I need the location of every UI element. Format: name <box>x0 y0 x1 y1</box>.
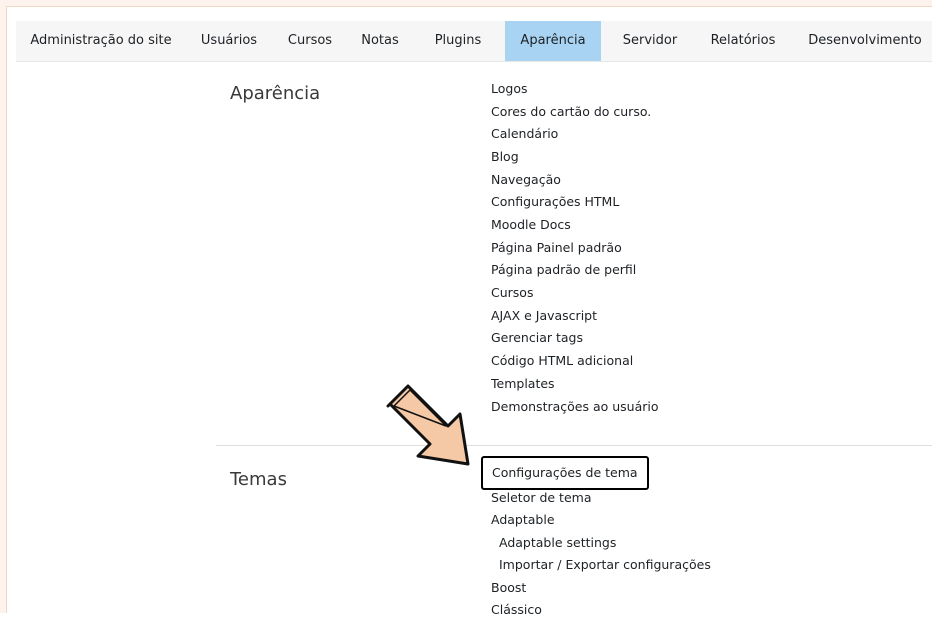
section-title-temas: Temas <box>230 469 287 490</box>
tab-relatorios[interactable]: Relatórios <box>698 21 788 61</box>
frame-line-left <box>6 6 7 613</box>
tab-notas[interactable]: Notas <box>354 21 406 61</box>
section-title-aparencia: Aparência <box>230 83 321 104</box>
tab-desenvolvimento[interactable]: Desenvolvimento <box>798 21 932 61</box>
tab-usuarios[interactable]: Usuários <box>192 21 266 61</box>
link-configuracoes-de-tema[interactable]: Configurações de tema <box>492 462 638 484</box>
tab-plugins[interactable]: Plugins <box>424 21 492 61</box>
link-cursos[interactable]: Cursos <box>491 282 533 304</box>
admin-tab-bar: Administração do site Usuários Cursos No… <box>16 21 932 62</box>
link-blog[interactable]: Blog <box>491 146 519 168</box>
link-classico[interactable]: Clássico <box>491 599 542 621</box>
tab-aparencia[interactable]: Aparência <box>505 21 601 61</box>
link-pagina-painel-padrao[interactable]: Página Painel padrão <box>491 237 622 259</box>
link-templates[interactable]: Templates <box>491 373 555 395</box>
link-boost[interactable]: Boost <box>491 577 526 599</box>
link-gerenciar-tags[interactable]: Gerenciar tags <box>491 327 583 349</box>
link-calendario[interactable]: Calendário <box>491 123 558 145</box>
tab-administracao-do-site[interactable]: Administração do site <box>16 21 186 61</box>
tab-servidor[interactable]: Servidor <box>610 21 690 61</box>
link-pagina-padrao-perfil[interactable]: Página padrão de perfil <box>491 259 636 281</box>
link-demonstracoes-usuario[interactable]: Demonstrações ao usuário <box>491 396 659 418</box>
link-logos[interactable]: Logos <box>491 78 528 100</box>
link-seletor-de-tema[interactable]: Seletor de tema <box>491 487 591 509</box>
link-cores-cartao-curso[interactable]: Cores do cartão do curso. <box>491 101 651 123</box>
link-adaptable[interactable]: Adaptable <box>491 509 555 531</box>
frame-line-top <box>6 6 932 7</box>
link-navegacao[interactable]: Navegação <box>491 169 561 191</box>
arrow-pointer-icon <box>386 384 470 466</box>
link-configuracoes-html[interactable]: Configurações HTML <box>491 191 619 213</box>
section-divider <box>216 445 932 446</box>
link-codigo-html-adicional[interactable]: Código HTML adicional <box>491 350 633 372</box>
link-moodle-docs[interactable]: Moodle Docs <box>491 214 571 236</box>
link-adaptable-settings[interactable]: Adaptable settings <box>499 532 616 554</box>
link-ajax-javascript[interactable]: AJAX e Javascript <box>491 305 597 327</box>
tab-cursos[interactable]: Cursos <box>280 21 340 61</box>
link-importar-exportar-configuracoes[interactable]: Importar / Exportar configurações <box>499 554 711 576</box>
